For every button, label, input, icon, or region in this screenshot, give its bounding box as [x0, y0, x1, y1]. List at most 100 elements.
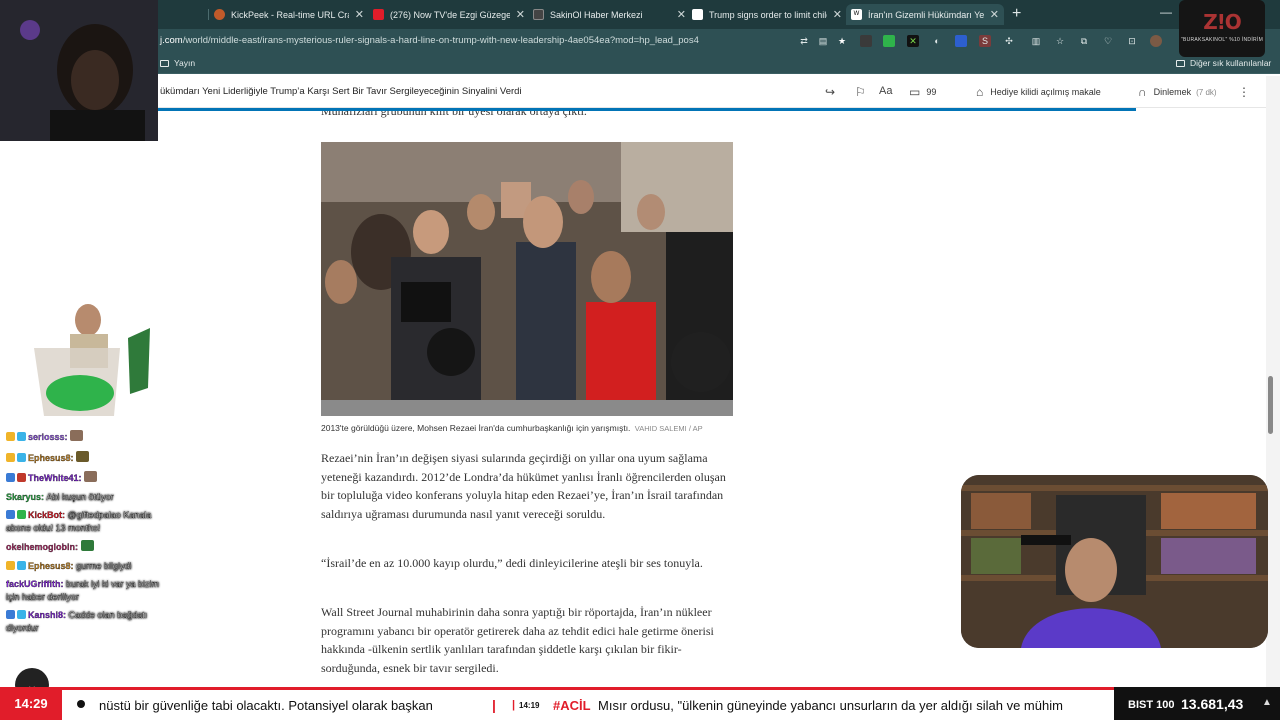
bookmarks-bar: Yayın Diğer sık kullanılanlar: [0, 53, 1280, 74]
screenshot-icon[interactable]: ⊡: [1126, 35, 1138, 47]
chat-message: KickBot: @giftedpalao Kanala abone oldu!…: [6, 509, 170, 534]
favorites-icon[interactable]: ☆: [1054, 35, 1066, 47]
text-size-button[interactable]: Aa: [879, 85, 892, 97]
share-button[interactable]: ↪: [825, 85, 835, 99]
chat-username[interactable]: KickBot:: [28, 510, 65, 520]
crowd-photo-image: [321, 142, 733, 416]
badge-icon: [6, 432, 15, 441]
listen-button[interactable]: ∩ Dinlemek (7 dk): [1138, 85, 1217, 99]
listen-label: Dinlemek: [1153, 87, 1192, 97]
chat-username[interactable]: okeihemoglobin:: [6, 542, 78, 552]
ticker-clock: 14:29: [0, 687, 62, 720]
reader-view-icon[interactable]: ▤: [817, 35, 829, 47]
chat-username[interactable]: Kanshi8:: [28, 610, 66, 620]
tab-title: KickPeek - Real-time URL Crawler: [231, 9, 349, 20]
index-label: BIST 100: [1128, 699, 1175, 711]
new-tab-button[interactable]: +: [1012, 5, 1021, 23]
streamer-webcam-top: [0, 0, 158, 141]
ticker-headline: nüstü bir güvenliğe tabi olacaktı. Potan…: [99, 698, 433, 713]
comment-icon: ▭: [909, 85, 921, 99]
tab-kickpeek[interactable]: KickPeek - Real-time URL Crawler ✕: [214, 4, 364, 25]
url-field[interactable]: j.com/world/middle-east/irans-mysterious…: [160, 35, 699, 46]
ticker-headline: Mısır ordusu, "ülkenin güneyinde yabancı…: [598, 698, 1063, 713]
emote-icon: [84, 471, 98, 482]
trend-up-icon: ▲: [1262, 697, 1272, 708]
chat-message: TheWhite41:: [6, 471, 170, 485]
chat-message: fackUGriffith: burak iyi ki var ya bizim…: [6, 578, 170, 603]
close-tab-icon[interactable]: ✕: [677, 8, 686, 21]
url-path: /world/middle-east/irans-mysterious-rule…: [182, 35, 699, 46]
close-tab-icon[interactable]: ✕: [833, 8, 842, 21]
bookmark-button[interactable]: ⚐: [855, 85, 866, 99]
gift-label: Hediye kilidi açılmış makale: [990, 87, 1101, 97]
chat-username[interactable]: Ephesus8:: [28, 452, 74, 462]
streamer-webcam-main: [961, 475, 1268, 648]
chat-username[interactable]: Ephesus8:: [28, 560, 74, 570]
text-size-label: Aa: [879, 85, 893, 97]
ticker-separator: |: [492, 697, 496, 713]
sponsor-logo-mark: Z!O: [1203, 10, 1242, 34]
webcam-main-image: [961, 475, 1268, 648]
chat-username[interactable]: TheWhite41:: [28, 473, 82, 483]
favorite-star-icon[interactable]: ★: [836, 35, 848, 47]
chat-username[interactable]: seriosss:: [28, 432, 68, 442]
badge-icon: [6, 560, 15, 570]
browser-essentials-icon[interactable]: ♡: [1102, 35, 1114, 47]
puzzle-extensions-icon[interactable]: ✣: [1003, 35, 1015, 47]
bookmark-yayin[interactable]: Yayın: [160, 58, 195, 68]
close-tab-icon[interactable]: ✕: [990, 8, 999, 21]
scrollbar-thumb[interactable]: [1268, 376, 1273, 434]
tab-title: SakinOl Haber Merkezi: [550, 9, 643, 20]
comments-button[interactable]: ▭ 99: [909, 85, 936, 99]
bookmark-other-favorites[interactable]: Diğer sık kullanılanlar: [1176, 58, 1271, 68]
more-options-button[interactable]: ⋮: [1238, 85, 1250, 99]
extension-green-icon[interactable]: [883, 35, 895, 47]
stock-index-box: BIST 100 13.681,43 ▲: [1114, 687, 1280, 720]
tab-nowtv[interactable]: (276) Now TV'de Ezgi Güzeger ile ✕: [373, 4, 525, 25]
article-photo[interactable]: [321, 142, 733, 416]
kickpeek-favicon-icon: [214, 9, 225, 20]
chat-message: Ephesus8:: [6, 450, 170, 465]
extension-circle-icon[interactable]: ◐: [931, 35, 943, 47]
screen: KickPeek - Real-time URL Crawler ✕ (276)…: [0, 0, 1280, 720]
chat-text: Abi kuşun ötüyor: [46, 491, 114, 502]
tab-sakinol[interactable]: SakinOl Haber Merkezi ✕: [533, 4, 686, 25]
extension-blue-icon[interactable]: [955, 35, 967, 47]
chat-username[interactable]: fackUGriffith:: [6, 579, 64, 589]
close-tab-icon[interactable]: ✕: [355, 8, 364, 21]
translate-icon[interactable]: ⇄: [798, 35, 810, 47]
badge-icon: [6, 610, 15, 619]
stream-mascot-overlay: [30, 298, 154, 420]
tab-iran-active[interactable]: W İran'ın Gizemli Hükümdarı Yeni Lid ✕: [846, 4, 1004, 25]
profile-avatar[interactable]: [1150, 35, 1162, 47]
badge-icon: [17, 560, 26, 570]
webcam-image: [0, 0, 158, 141]
split-screen-icon[interactable]: ▥: [1030, 35, 1042, 47]
article-paragraph: Wall Street Journal muhabirinin daha son…: [321, 605, 714, 676]
article-headline: ükümdarı Yeni Liderliğiyle Trump’a Karşı…: [160, 86, 522, 97]
badge-icon: [17, 452, 26, 462]
chat-text: gurme bilgiydi: [76, 560, 132, 571]
url-host: j.com: [160, 35, 183, 46]
listen-duration: (7 dk): [1196, 87, 1217, 97]
chat-message: seriosss:: [6, 430, 170, 444]
extension-icon[interactable]: [860, 35, 872, 47]
bookmark-label: Diğer sık kullanılanlar: [1190, 58, 1272, 68]
chat-message: Kanshi8: Cadde olan bağdatı diyordur: [6, 609, 170, 634]
badge-icon: [6, 510, 15, 519]
chat-username[interactable]: Skaryus:: [6, 491, 44, 501]
caption-text: 2013'te görüldüğü üzere, Mohsen Rezaei İ…: [321, 423, 631, 433]
tab-trump[interactable]: Trump signs order to limit childho ✕: [692, 4, 842, 25]
minimize-window-icon[interactable]: —: [1160, 5, 1172, 19]
photo-credit: VAHID SALEMI / AP: [634, 424, 703, 433]
chat-message: Skaryus: Abi kuşun ötüyor: [6, 491, 170, 504]
news-ticker: 14:29 nüstü bir güvenliğe tabi olacaktı.…: [0, 687, 1280, 720]
ticker-separator: |: [512, 699, 516, 711]
close-tab-icon[interactable]: ✕: [516, 8, 525, 21]
extension-s-icon[interactable]: S: [979, 35, 991, 47]
comments-count: 99: [926, 87, 937, 97]
gift-article-button[interactable]: ⌂ Hediye kilidi açılmış makale: [976, 85, 1101, 99]
collections-icon[interactable]: ⧉: [1078, 35, 1090, 47]
youtube-favicon-icon: [373, 9, 384, 20]
extension-x-icon[interactable]: ✕: [907, 35, 919, 47]
